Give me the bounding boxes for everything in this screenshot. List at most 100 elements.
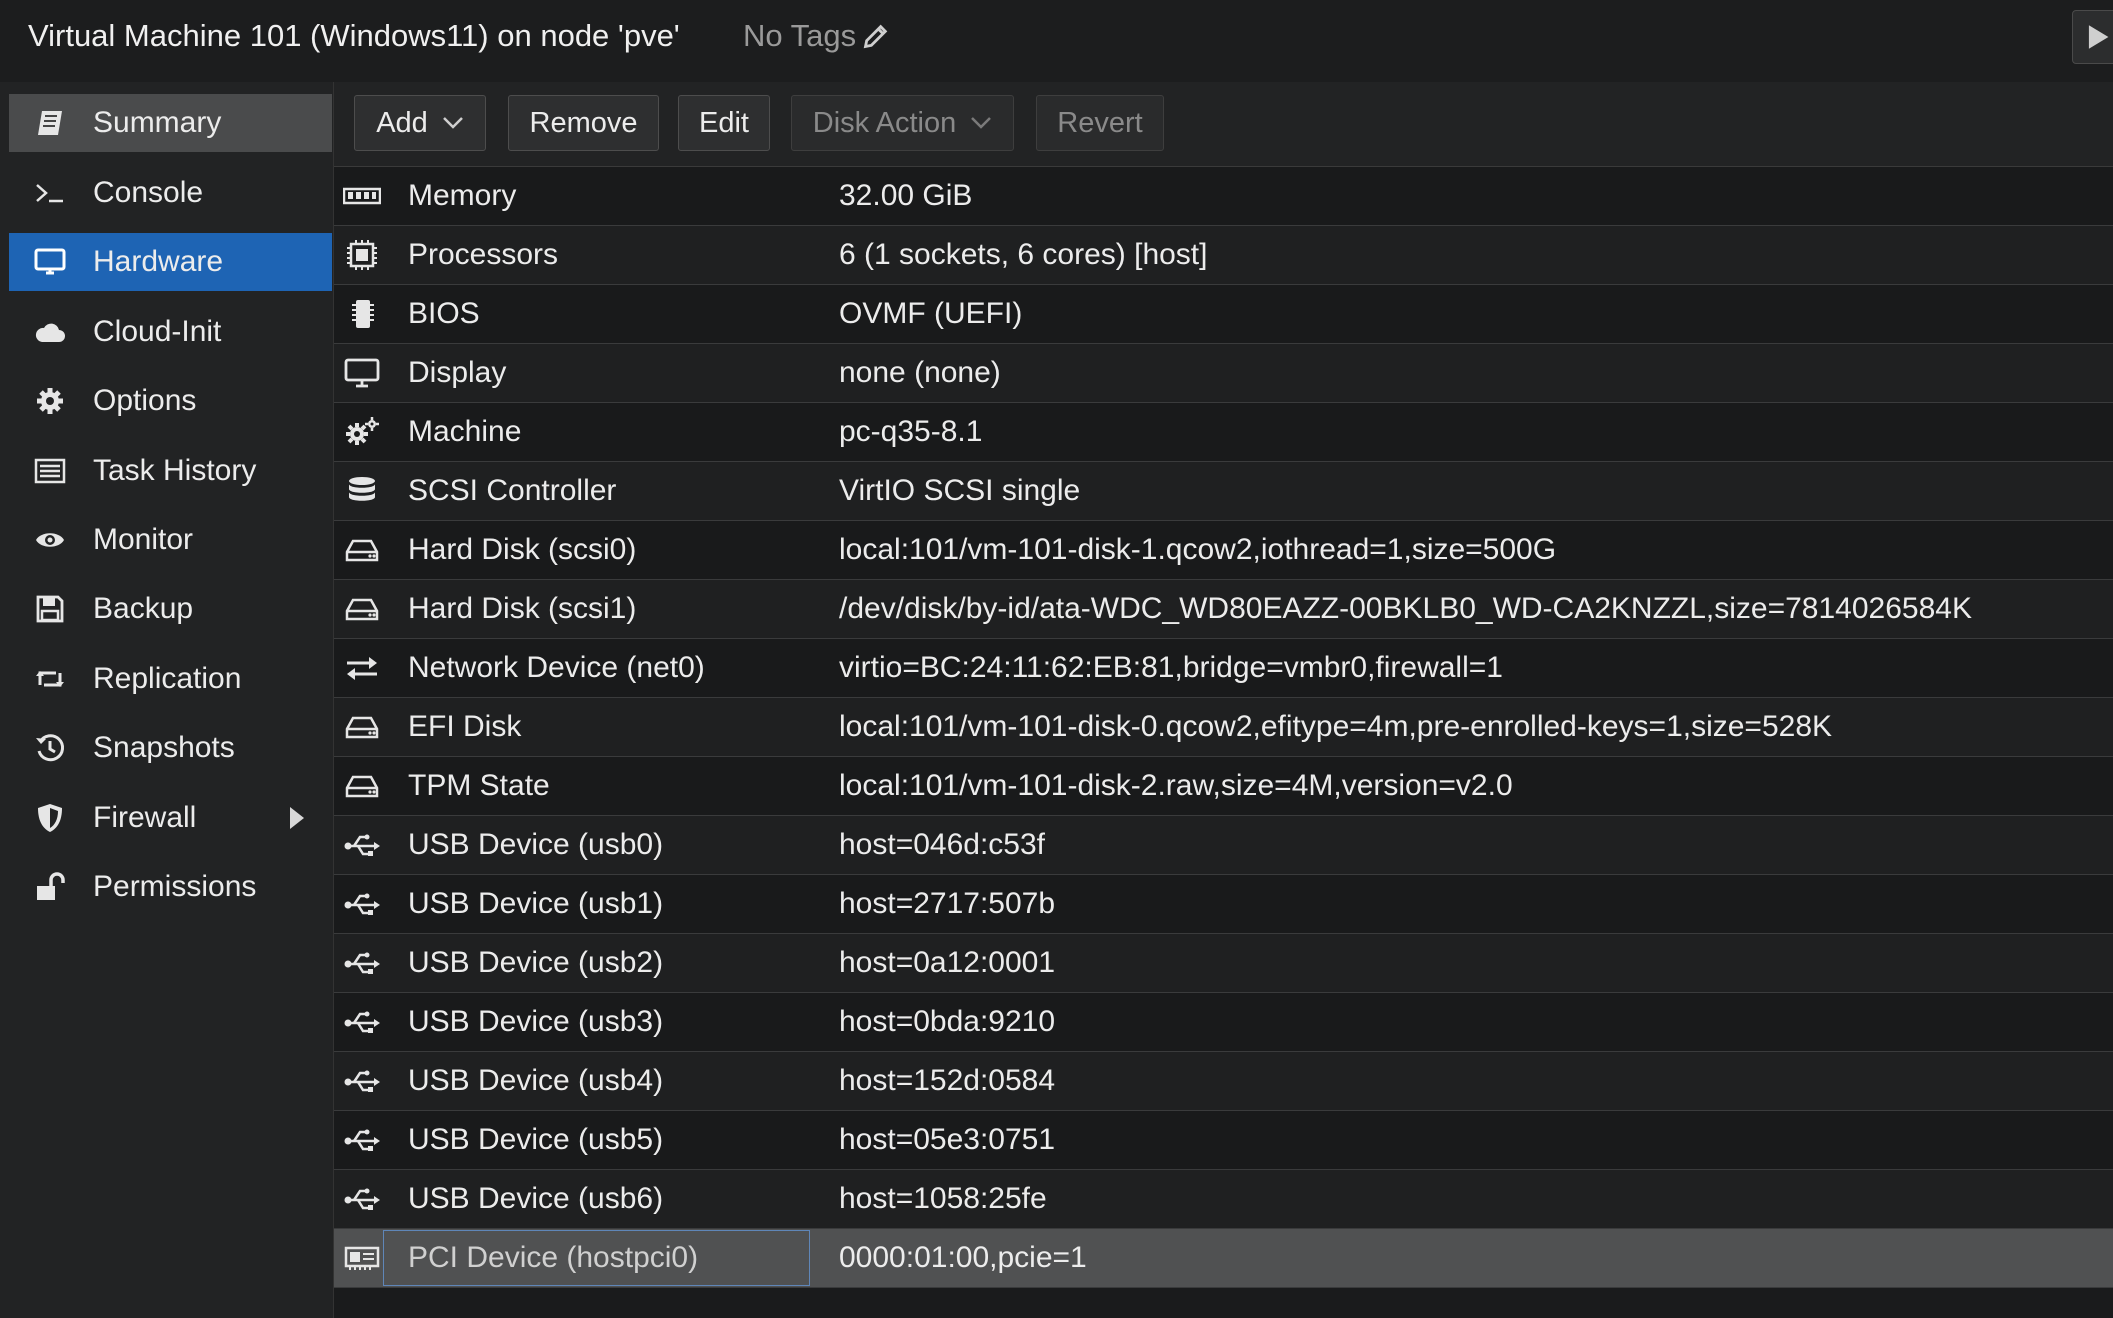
sidebar-item-console[interactable]: Console xyxy=(9,164,332,222)
hardware-row-usb3[interactable]: USB Device (usb3) host=0bda:9210 xyxy=(334,993,2113,1052)
hardware-toolbar: Add Remove Edit Disk Action Revert xyxy=(334,82,2113,167)
disk-action-button[interactable]: Disk Action xyxy=(791,95,1014,151)
sidebar-item-label: Backup xyxy=(93,592,194,625)
remove-label: Remove xyxy=(529,106,638,139)
hardware-value: 32.00 GiB xyxy=(839,179,973,212)
hardware-row-machine[interactable]: Machine pc-q35-8.1 xyxy=(334,403,2113,462)
hardware-value: VirtIO SCSI single xyxy=(839,474,1081,507)
sidebar-item-monitor[interactable]: Monitor xyxy=(9,511,332,569)
sidebar-item-label: Replication xyxy=(93,662,242,695)
revert-label: Revert xyxy=(1057,106,1143,139)
tags-label: No Tags xyxy=(743,18,857,53)
usb-icon xyxy=(342,829,382,861)
hdd-icon xyxy=(342,593,382,625)
terminal-icon xyxy=(29,177,71,209)
hardware-name: Hard Disk (scsi0) xyxy=(408,533,637,566)
hardware-name: Processors xyxy=(408,238,559,271)
sidebar-item-replication[interactable]: Replication xyxy=(9,650,332,708)
hardware-row-usb5[interactable]: USB Device (usb5) host=05e3:0751 xyxy=(334,1111,2113,1170)
pci-card-icon xyxy=(342,1242,382,1274)
shield-icon xyxy=(29,802,71,834)
sidebar-item-label: Firewall xyxy=(93,801,197,834)
hardware-name: PCI Device (hostpci0) xyxy=(408,1241,699,1274)
unlock-icon xyxy=(29,871,71,903)
sidebar-item-snapshots[interactable]: Snapshots xyxy=(9,719,332,777)
vm-header: Virtual Machine 101 (Windows11) on node … xyxy=(0,0,2113,83)
memory-icon xyxy=(342,180,382,212)
hardware-name: Memory xyxy=(408,179,517,212)
sidebar-item-label: Permissions xyxy=(93,870,257,903)
hardware-row-scsi-controller[interactable]: SCSI Controller VirtIO SCSI single xyxy=(334,462,2113,521)
sidebar-item-label: Hardware xyxy=(93,245,224,278)
pencil-icon[interactable] xyxy=(862,22,890,50)
add-label: Add xyxy=(376,106,428,139)
sidebar-item-hardware[interactable]: Hardware xyxy=(9,233,332,291)
hardware-value: virtio=BC:24:11:62:EB:81,bridge=vmbr0,fi… xyxy=(839,651,1503,684)
hdd-icon xyxy=(342,711,382,743)
remove-button[interactable]: Remove xyxy=(508,95,659,151)
book-icon xyxy=(29,107,71,139)
sidebar-item-firewall[interactable]: Firewall xyxy=(9,789,332,847)
hdd-icon xyxy=(342,770,382,802)
gear-icon xyxy=(29,385,71,417)
disk-action-label: Disk Action xyxy=(812,106,957,139)
hardware-name: USB Device (usb4) xyxy=(408,1064,664,1097)
hardware-name: Hard Disk (scsi1) xyxy=(408,592,637,625)
vm-title: Virtual Machine 101 (Windows11) on node … xyxy=(28,18,680,53)
sidebar-item-task-history[interactable]: Task History xyxy=(9,442,332,500)
sidebar-item-cloud-init[interactable]: Cloud-Init xyxy=(9,303,332,361)
hardware-name: EFI Disk xyxy=(408,710,522,743)
hardware-row-network-device-net0[interactable]: Network Device (net0) virtio=BC:24:11:62… xyxy=(334,639,2113,698)
hardware-row-pci-hostpci0[interactable]: PCI Device (hostpci0) 0000:01:00,pcie=1 xyxy=(334,1229,2113,1288)
usb-icon xyxy=(342,1065,382,1097)
hardware-row-processors[interactable]: Processors 6 (1 sockets, 6 cores) [host] xyxy=(334,226,2113,285)
sidebar-item-options[interactable]: Options xyxy=(9,372,332,430)
sidebar-item-permissions[interactable]: Permissions xyxy=(9,858,332,916)
hardware-value: host=0a12:0001 xyxy=(839,946,1056,979)
hardware-row-usb0[interactable]: USB Device (usb0) host=046d:c53f xyxy=(334,816,2113,875)
sidebar-item-label: Monitor xyxy=(93,523,194,556)
hardware-row-bios[interactable]: BIOS OVMF (UEFI) xyxy=(334,285,2113,344)
chevron-down-icon xyxy=(971,117,992,129)
sidebar-item-label: Console xyxy=(93,176,204,209)
hdd-icon xyxy=(342,534,382,566)
hardware-name: TPM State xyxy=(408,769,550,802)
hardware-row-efi-disk[interactable]: EFI Disk local:101/vm-101-disk-0.qcow2,e… xyxy=(334,698,2113,757)
hardware-value: host=152d:0584 xyxy=(839,1064,1056,1097)
usb-icon xyxy=(342,1124,382,1156)
sidebar-item-label: Cloud-Init xyxy=(93,315,222,348)
hardware-row-display[interactable]: Display none (none) xyxy=(334,344,2113,403)
hardware-value: local:101/vm-101-disk-0.qcow2,efitype=4m… xyxy=(839,710,1833,743)
hardware-name: Network Device (net0) xyxy=(408,651,705,684)
start-button[interactable] xyxy=(2072,10,2113,64)
usb-icon xyxy=(342,888,382,920)
hardware-row-tpm-state[interactable]: TPM State local:101/vm-101-disk-2.raw,si… xyxy=(334,757,2113,816)
caret-right-icon[interactable] xyxy=(290,807,304,829)
sidebar-item-label: Summary xyxy=(93,106,222,139)
hardware-row-usb1[interactable]: USB Device (usb1) host=2717:507b xyxy=(334,875,2113,934)
hardware-row-usb4[interactable]: USB Device (usb4) host=152d:0584 xyxy=(334,1052,2113,1111)
hardware-value: 0000:01:00,pcie=1 xyxy=(839,1241,1087,1274)
hardware-value: none (none) xyxy=(839,356,1001,389)
hardware-name: USB Device (usb2) xyxy=(408,946,664,979)
hardware-name: USB Device (usb1) xyxy=(408,887,664,920)
add-button[interactable]: Add xyxy=(354,95,486,151)
hardware-row-usb6[interactable]: USB Device (usb6) host=1058:25fe xyxy=(334,1170,2113,1229)
hardware-name: SCSI Controller xyxy=(408,474,617,507)
edit-button[interactable]: Edit xyxy=(678,95,770,151)
sidebar-item-summary[interactable]: Summary xyxy=(9,94,332,152)
hardware-value: local:101/vm-101-disk-2.raw,size=4M,vers… xyxy=(839,769,1513,802)
exchange-icon xyxy=(342,652,382,684)
revert-button[interactable]: Revert xyxy=(1036,95,1164,151)
sidebar-item-backup[interactable]: Backup xyxy=(9,580,332,638)
tags-editor[interactable]: No Tags xyxy=(743,18,890,54)
hardware-value: host=2717:507b xyxy=(839,887,1056,920)
hardware-row-hard-disk-scsi0[interactable]: Hard Disk (scsi0) local:101/vm-101-disk-… xyxy=(334,521,2113,580)
hardware-name: USB Device (usb0) xyxy=(408,828,664,861)
hardware-name: USB Device (usb5) xyxy=(408,1123,664,1156)
hardware-row-hard-disk-scsi1[interactable]: Hard Disk (scsi1) /dev/disk/by-id/ata-WD… xyxy=(334,580,2113,639)
database-icon xyxy=(342,475,382,507)
floppy-icon xyxy=(29,593,71,625)
hardware-row-usb2[interactable]: USB Device (usb2) host=0a12:0001 xyxy=(334,934,2113,993)
hardware-row-memory[interactable]: Memory 32.00 GiB xyxy=(334,167,2113,226)
